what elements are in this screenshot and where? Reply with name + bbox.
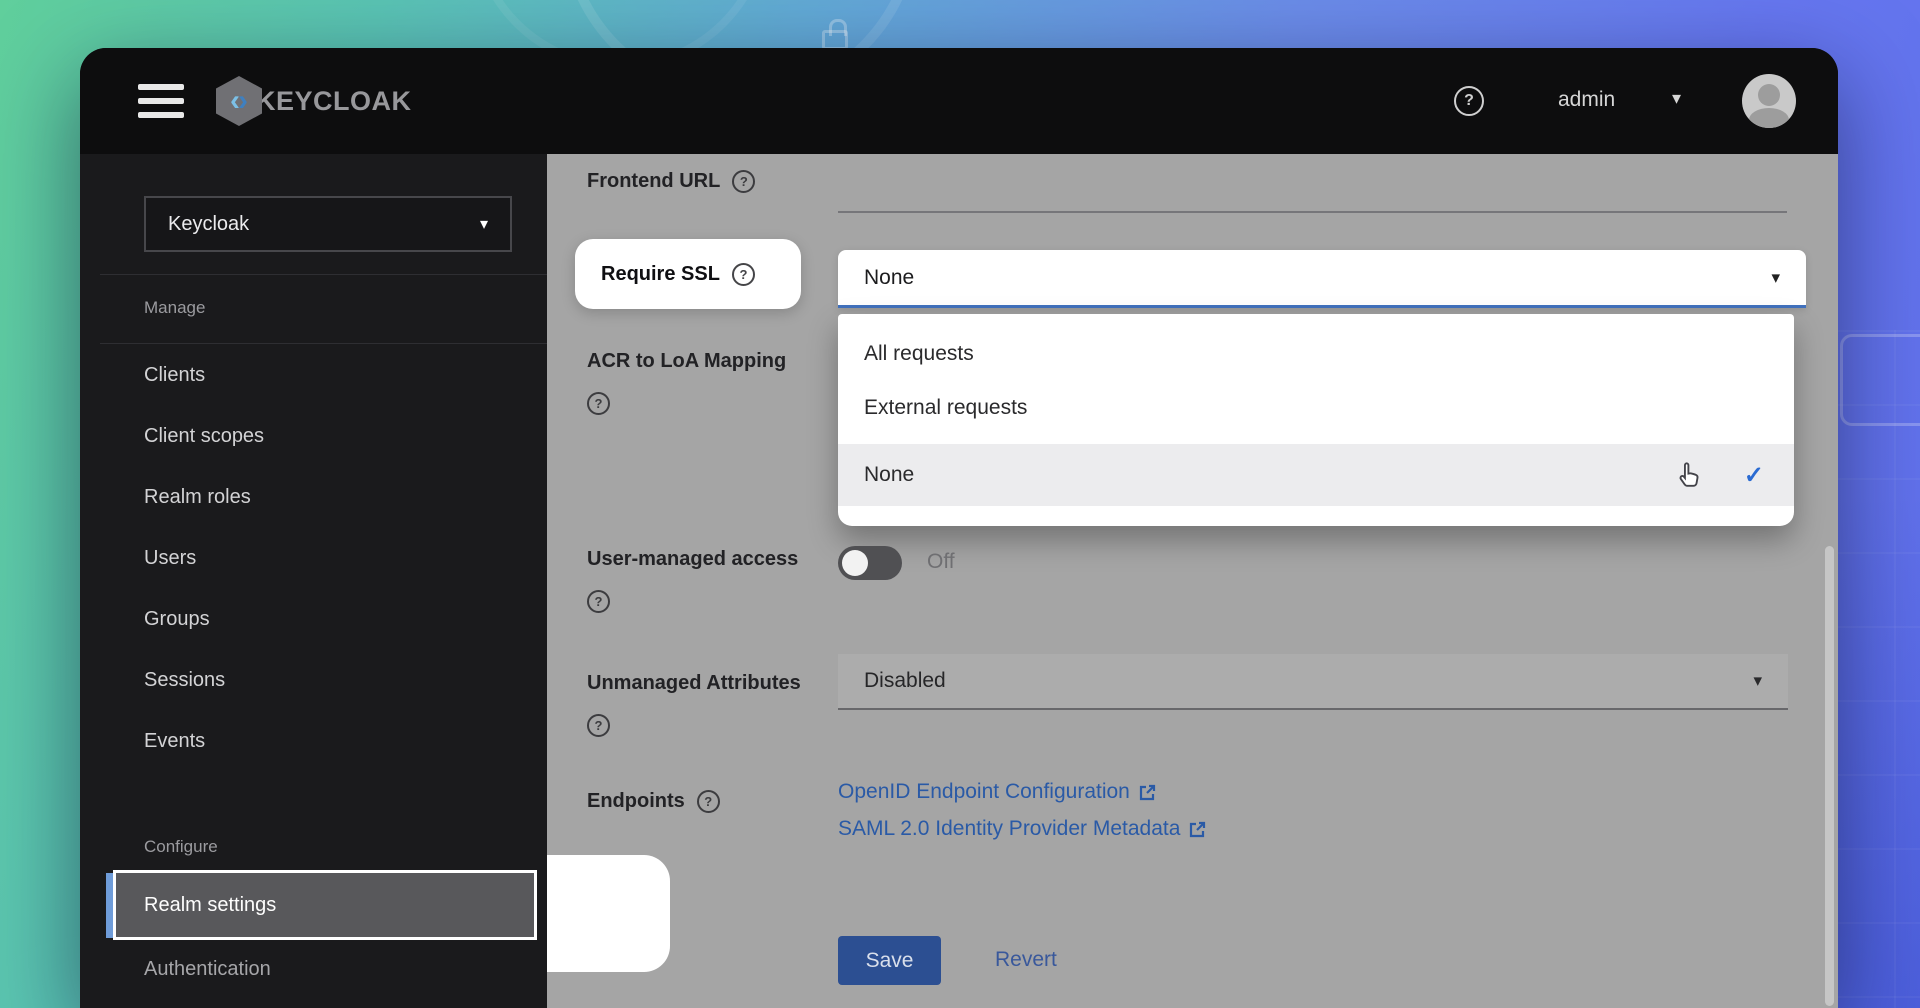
avatar-head	[1758, 84, 1780, 106]
external-link-icon	[1188, 820, 1207, 839]
sidebar-item-groups[interactable]: Groups	[144, 608, 210, 631]
brand-name: KEYCLOAK	[256, 86, 412, 117]
saml-metadata-link[interactable]: SAML 2.0 Identity Provider Metadata	[838, 817, 1207, 841]
lock-icon	[822, 30, 848, 50]
unmanaged-attributes-label: Unmanaged Attributes	[587, 672, 801, 695]
dropdown-option-all-requests[interactable]: All requests	[838, 328, 1794, 380]
divider	[100, 343, 547, 344]
require-ssl-label-highlight: Require SSL ?	[575, 239, 801, 309]
help-icon[interactable]: ?	[587, 590, 610, 613]
keycloak-logo[interactable]: ‹› KEYCLOAK	[216, 76, 412, 126]
sidebar-item-users[interactable]: Users	[144, 547, 196, 570]
endpoints-label: Endpoints	[587, 790, 685, 813]
save-button[interactable]: Save	[838, 936, 941, 985]
keycloak-admin-window: ‹› KEYCLOAK ? admin ▾ Keycloak ▾ Manage …	[80, 48, 1838, 1008]
help-icon[interactable]: ?	[732, 170, 755, 193]
frontend-url-input[interactable]	[838, 160, 1787, 213]
chevron-down-icon: ▾	[1753, 671, 1762, 691]
check-icon: ✓	[1744, 461, 1764, 490]
dropdown-option-external-requests[interactable]: External requests	[838, 380, 1794, 436]
openid-endpoint-link[interactable]: OpenID Endpoint Configuration	[838, 780, 1157, 804]
wallpaper-card-outline	[1840, 334, 1920, 426]
sidebar-item-realm-roles[interactable]: Realm roles	[144, 486, 251, 509]
avatar-torso	[1749, 108, 1789, 128]
help-icon[interactable]: ?	[697, 790, 720, 813]
chevron-down-icon[interactable]: ▾	[1672, 88, 1681, 109]
divider	[100, 274, 547, 275]
dropdown-option-none-label: None	[864, 463, 914, 487]
unmanaged-attributes-value: Disabled	[864, 669, 946, 693]
selected-item-accent-bar	[106, 873, 113, 938]
external-link-icon	[1138, 783, 1157, 802]
sidebar-section-manage: Manage	[144, 298, 205, 318]
sidebar-item-events[interactable]: Events	[144, 730, 205, 753]
sidebar: Keycloak ▾ Manage Clients Client scopes …	[80, 154, 547, 1008]
toggle-knob	[842, 550, 868, 576]
help-icon[interactable]: ?	[587, 714, 610, 737]
user-menu[interactable]: admin	[1558, 88, 1615, 112]
require-ssl-select[interactable]: None ▾	[838, 250, 1806, 308]
hamburger-menu-icon[interactable]	[138, 84, 184, 118]
chevron-down-icon: ▾	[1771, 268, 1780, 288]
sidebar-item-client-scopes[interactable]: Client scopes	[144, 425, 264, 448]
user-managed-access-toggle[interactable]	[838, 546, 902, 580]
endpoints-label-row: Endpoints ?	[587, 790, 720, 813]
desktop: ‹› KEYCLOAK ? admin ▾ Keycloak ▾ Manage …	[0, 0, 1920, 1008]
help-icon[interactable]: ?	[587, 392, 610, 415]
require-ssl-value: None	[864, 266, 914, 290]
sidebar-item-authentication[interactable]: Authentication	[144, 958, 271, 981]
keycloak-logo-icon: ‹›	[216, 76, 262, 126]
require-ssl-label: Require SSL	[601, 263, 720, 286]
unmanaged-attributes-select[interactable]: Disabled ▾	[838, 654, 1788, 710]
scrollbar[interactable]	[1825, 546, 1834, 1006]
chevron-down-icon: ▾	[480, 214, 488, 234]
acr-loa-label: ACR to LoA Mapping	[587, 350, 786, 373]
realm-selector[interactable]: Keycloak ▾	[144, 196, 512, 252]
dropdown-option-none[interactable]: None ✓	[838, 444, 1794, 506]
hand-cursor	[1674, 460, 1706, 492]
sidebar-item-sessions[interactable]: Sessions	[144, 669, 225, 692]
frontend-url-label: Frontend URL	[587, 170, 720, 193]
toggle-state-label: Off	[927, 550, 955, 574]
masthead: ‹› KEYCLOAK ? admin ▾	[80, 48, 1838, 154]
realm-settings-form: Frontend URL ? Require SSL ? None ▾ All …	[547, 154, 1838, 1008]
openid-endpoint-link-label: OpenID Endpoint Configuration	[838, 780, 1130, 804]
saml-metadata-link-label: SAML 2.0 Identity Provider Metadata	[838, 817, 1180, 841]
avatar[interactable]	[1742, 74, 1796, 128]
help-icon[interactable]: ?	[1454, 86, 1484, 116]
sidebar-item-clients[interactable]: Clients	[144, 364, 205, 387]
help-icon[interactable]: ?	[732, 263, 755, 286]
sidebar-section-configure: Configure	[144, 837, 218, 857]
require-ssl-dropdown-menu: All requests External requests None ✓	[838, 314, 1794, 526]
revert-button[interactable]: Revert	[995, 948, 1057, 972]
sidebar-item-realm-settings[interactable]: Realm settings	[113, 870, 537, 940]
frontend-url-label-row: Frontend URL ?	[587, 170, 755, 193]
realm-selector-value: Keycloak	[168, 213, 249, 236]
user-managed-access-label: User-managed access	[587, 548, 798, 571]
